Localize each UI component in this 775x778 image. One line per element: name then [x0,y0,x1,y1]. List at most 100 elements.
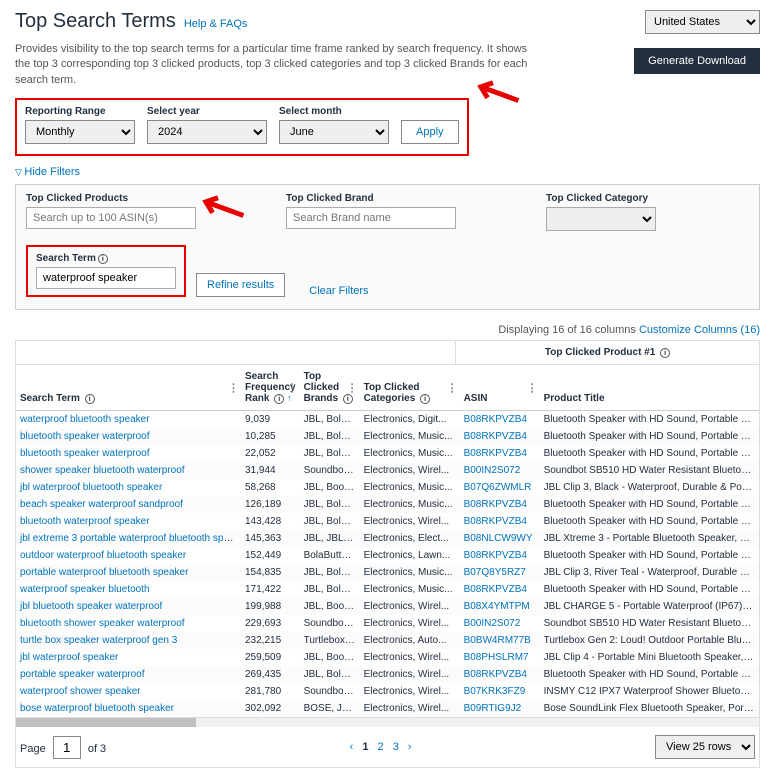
info-icon[interactable]: i [274,394,284,404]
asin-link[interactable]: B09RTIG9J2 [464,703,522,714]
top-brand-label: Top Clicked Brand [286,193,456,204]
rank-cell: 199,988 [241,598,300,615]
asin-link[interactable]: B08X4YMTPM [464,601,530,612]
info-icon[interactable]: i [343,394,353,404]
top-category-select[interactable] [546,207,656,231]
search-term-link[interactable]: bluetooth shower speaker waterproof [20,618,185,629]
product-title-cell: Bluetooth Speaker with HD Sound, Portabl… [540,411,759,429]
search-term-link[interactable]: bluetooth speaker waterproof [20,448,150,459]
asin-link[interactable]: B07Q8Y5RZ7 [464,567,526,578]
reporting-range-highlight: Reporting Range Monthly Select year 2024… [15,98,469,156]
product-title-cell: Soundbot SB510 HD Water Resistant Blueto… [540,462,759,479]
info-icon[interactable]: i [660,348,670,358]
col-search-term[interactable]: Search Term i⋮ [16,365,241,411]
month-select[interactable]: June [279,120,389,144]
search-term-link[interactable]: bluetooth waterproof speaker [20,516,150,527]
search-term-link[interactable]: shower speaker bluetooth waterproof [20,465,185,476]
search-term-link[interactable]: portable waterproof bluetooth speaker [20,567,188,578]
search-term-link[interactable]: jbl waterproof bluetooth speaker [20,482,162,493]
rank-cell: 152,449 [241,547,300,564]
asin-link[interactable]: B08RKPVZB4 [464,584,527,595]
asin-link[interactable]: B08RKPVZB4 [464,448,527,459]
categories-cell: Electronics, Music... [360,428,460,445]
generate-download-button[interactable]: Generate Download [634,48,760,74]
column-menu-icon[interactable]: ⋮ [347,381,358,394]
hide-filters-toggle[interactable]: Hide Filters [15,166,80,178]
year-select[interactable]: 2024 [147,120,267,144]
page-2[interactable]: 2 [378,741,384,753]
search-term-link[interactable]: waterproof speaker bluetooth [20,584,150,595]
asin-link[interactable]: B08RKPVZB4 [464,431,527,442]
col-asin[interactable]: ASIN⋮ [460,365,540,411]
asin-link[interactable]: B00IN2S072 [464,465,521,476]
search-term-link[interactable]: jbl waterproof speaker [20,652,118,663]
brands-cell: JBL, BolaBut... [300,445,360,462]
table-row: bose waterproof bluetooth speaker302,092… [16,700,759,717]
search-term-link[interactable]: jbl bluetooth speaker waterproof [20,601,162,612]
column-menu-icon[interactable]: ⋮ [228,381,239,394]
horizontal-scrollbar[interactable] [16,717,759,727]
asin-link[interactable]: B08PHSLRM7 [464,652,529,663]
col-brands[interactable]: Top Clicked Brands i⋮ [300,365,360,411]
results-table: Top Clicked Product #1 i Search Term i⋮ … [15,340,760,768]
search-term-link[interactable]: outdoor waterproof bluetooth speaker [20,550,186,561]
rank-cell: 9,039 [241,411,300,429]
page-prev[interactable]: ‹ [350,741,354,753]
categories-cell: Electronics, Wirel... [360,598,460,615]
page-3[interactable]: 3 [393,741,399,753]
asin-link[interactable]: B08RKPVZB4 [464,414,527,425]
search-term-link[interactable]: beach speaker waterproof sandproof [20,499,183,510]
rank-cell: 259,509 [241,649,300,666]
info-icon[interactable]: i [420,394,430,404]
asin-link[interactable]: B07KRK3FZ9 [464,686,526,697]
asin-link[interactable]: B08RKPVZB4 [464,669,527,680]
search-term-link[interactable]: turtle box speaker waterproof gen 3 [20,635,177,646]
page-input[interactable] [53,736,81,759]
asin-link[interactable]: B08RKPVZB4 [464,516,527,527]
asin-link[interactable]: B08NLCW9WY [464,533,533,544]
rank-cell: 229,693 [241,615,300,632]
asin-link[interactable]: B00IN2S072 [464,618,521,629]
brands-cell: JBL, BolaBut... [300,411,360,429]
product-title-cell: JBL CHARGE 5 - Portable Waterproof (IP67… [540,598,759,615]
top-category-label: Top Clicked Category [546,193,656,204]
clear-filters-link[interactable]: Clear Filters [309,285,368,297]
column-menu-icon[interactable]: ⋮ [447,381,458,394]
brands-cell: BolaButty, J... [300,547,360,564]
asin-link[interactable]: B08RKPVZB4 [464,550,527,561]
view-rows-select[interactable]: View 25 rows [655,735,755,759]
reporting-range-select[interactable]: Monthly [25,120,135,144]
rank-cell: 269,435 [241,666,300,683]
table-row: bluetooth speaker waterproof10,285JBL, B… [16,428,759,445]
search-term-input[interactable] [36,267,176,289]
asin-link[interactable]: B08RKPVZB4 [464,499,527,510]
col-rank[interactable]: Search Frequency Rank i ↑⋮ [241,365,300,411]
product-title-cell: JBL Clip 3, Black - Waterproof, Durable … [540,479,759,496]
column-menu-icon[interactable]: ⋮ [287,381,298,394]
refine-results-button[interactable]: Refine results [196,273,285,297]
search-term-link[interactable]: waterproof bluetooth speaker [20,414,150,425]
col-categories[interactable]: Top Clicked Categories i⋮ [360,365,460,411]
page-1[interactable]: 1 [362,741,368,753]
search-term-link[interactable]: bluetooth speaker waterproof [20,431,150,442]
info-icon[interactable]: i [98,254,108,264]
top-brand-input[interactable] [286,207,456,229]
help-link[interactable]: Help & FAQs [184,18,248,30]
asin-link[interactable]: B0BW4RM77B [464,635,531,646]
country-select[interactable]: United States [645,10,760,34]
col-product-title[interactable]: Product Title [540,365,759,411]
page-next[interactable]: › [408,741,412,753]
search-term-link[interactable]: jbl extreme 3 portable waterproof blueto… [20,533,241,544]
column-menu-icon[interactable]: ⋮ [527,381,538,394]
search-term-link[interactable]: waterproof shower speaker [20,686,141,697]
asin-link[interactable]: B07Q6ZWMLR [464,482,532,493]
customize-columns-link[interactable]: Customize Columns (16) [639,324,760,336]
info-icon[interactable]: i [85,394,95,404]
sort-asc-icon[interactable]: ↑ [287,393,292,403]
top-products-input[interactable] [26,207,196,229]
search-term-link[interactable]: bose waterproof bluetooth speaker [20,703,174,714]
apply-button[interactable]: Apply [401,120,459,144]
brands-cell: JBL, BolaBut... [300,513,360,530]
product-title-cell: JBL Xtreme 3 - Portable Bluetooth Speake… [540,530,759,547]
search-term-link[interactable]: portable speaker waterproof [20,669,145,680]
